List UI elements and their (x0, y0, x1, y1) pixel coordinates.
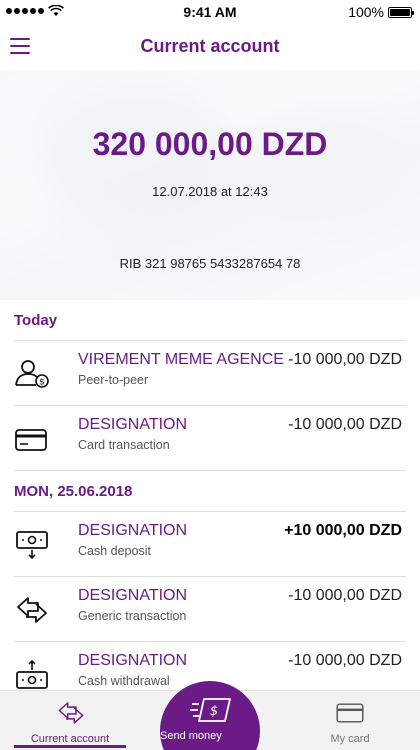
tab-current-account[interactable]: Current account (0, 691, 140, 750)
section-header-date: MON, 25.06.2018 (14, 483, 133, 500)
cash-deposit-icon (16, 531, 48, 560)
transaction-title: DESIGNATION (78, 652, 188, 669)
transaction-title: DESIGNATION (78, 587, 188, 604)
transaction-amount: -10 000,00 DZD (288, 416, 402, 433)
transaction-row[interactable]: DESIGNATION Generic transaction -10 000,… (0, 577, 420, 641)
transaction-amount: -10 000,00 DZD (288, 587, 402, 604)
battery-indicator: 100% (348, 4, 414, 20)
active-tab-indicator (14, 745, 126, 748)
account-summary: 320 000,00 DZD 12.07.2018 at 12:43 RIB 3… (0, 70, 420, 300)
card-icon (336, 703, 364, 723)
balance-timestamp: 12.07.2018 at 12:43 (152, 184, 268, 199)
send-money-icon: $ (190, 698, 231, 722)
transaction-amount: +10 000,00 DZD (284, 522, 402, 539)
transaction-amount: -10 000,00 DZD (288, 652, 402, 669)
account-rib: RIB 321 98765 5433287654 78 (119, 256, 301, 271)
tab-my-card[interactable]: My card (280, 691, 420, 750)
transaction-type: Cash deposit (78, 544, 151, 558)
transaction-row[interactable]: DESIGNATION Card transaction -10 000,00 … (0, 406, 420, 470)
battery-icon (388, 6, 414, 18)
peer-to-peer-icon: $ (15, 360, 49, 388)
tab-label: My card (330, 733, 370, 745)
svg-text:$: $ (210, 704, 218, 719)
transaction-amount: -10 000,00 DZD (288, 351, 402, 368)
transaction-title: VIREMENT MEME AGENCE (78, 351, 284, 368)
transaction-list[interactable]: Today $ VIREMENT MEME AGENCE Peer-to-pee… (0, 300, 420, 690)
transaction-title: DESIGNATION (78, 522, 188, 539)
transaction-title: DESIGNATION (78, 416, 188, 433)
app-header: Current account (0, 24, 420, 70)
svg-text:$: $ (39, 378, 45, 388)
transaction-type: Card transaction (78, 438, 170, 452)
battery-percent: 100% (348, 4, 384, 20)
transaction-type: Generic transaction (78, 609, 187, 623)
tab-label: Current account (30, 733, 110, 745)
transaction-type: Peer-to-peer (78, 373, 149, 387)
transaction-row[interactable]: $ VIREMENT MEME AGENCE Peer-to-peer -10 … (0, 341, 420, 405)
cash-withdrawal-icon (16, 660, 48, 689)
status-bar: 9:41 AM 100% (0, 0, 420, 24)
transaction-type: Cash withdrawal (78, 674, 170, 688)
transfer-arrows-icon (17, 597, 47, 623)
transaction-row[interactable]: DESIGNATION Cash deposit +10 000,00 DZD (0, 512, 420, 576)
section-header-today: Today (14, 312, 58, 329)
page-title: Current account (140, 36, 280, 56)
account-balance: 320 000,00 DZD (92, 126, 328, 162)
card-icon (15, 429, 47, 451)
tab-label: Send money (160, 730, 222, 742)
transfer-arrows-icon (58, 702, 84, 724)
